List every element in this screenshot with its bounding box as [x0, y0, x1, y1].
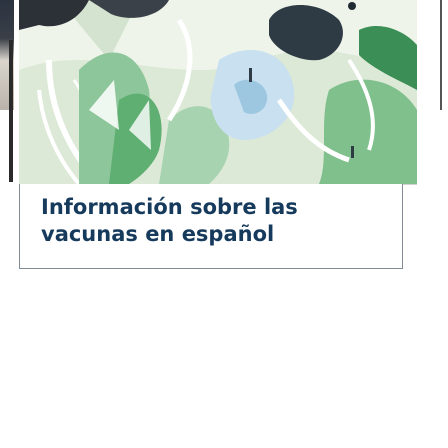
- previous-carousel-card[interactable]: [0, 0, 14, 182]
- carousel-card[interactable]: Información sobre las vacunas en español: [19, 0, 417, 269]
- card-caption[interactable]: Información sobre las vacunas en español: [41, 194, 401, 248]
- vaccine-illustration: [19, 0, 417, 185]
- next-card-edge: [440, 0, 442, 110]
- previous-card-edge: [9, 40, 13, 182]
- next-carousel-card[interactable]: [430, 0, 448, 280]
- illustration-svg: [19, 0, 417, 184]
